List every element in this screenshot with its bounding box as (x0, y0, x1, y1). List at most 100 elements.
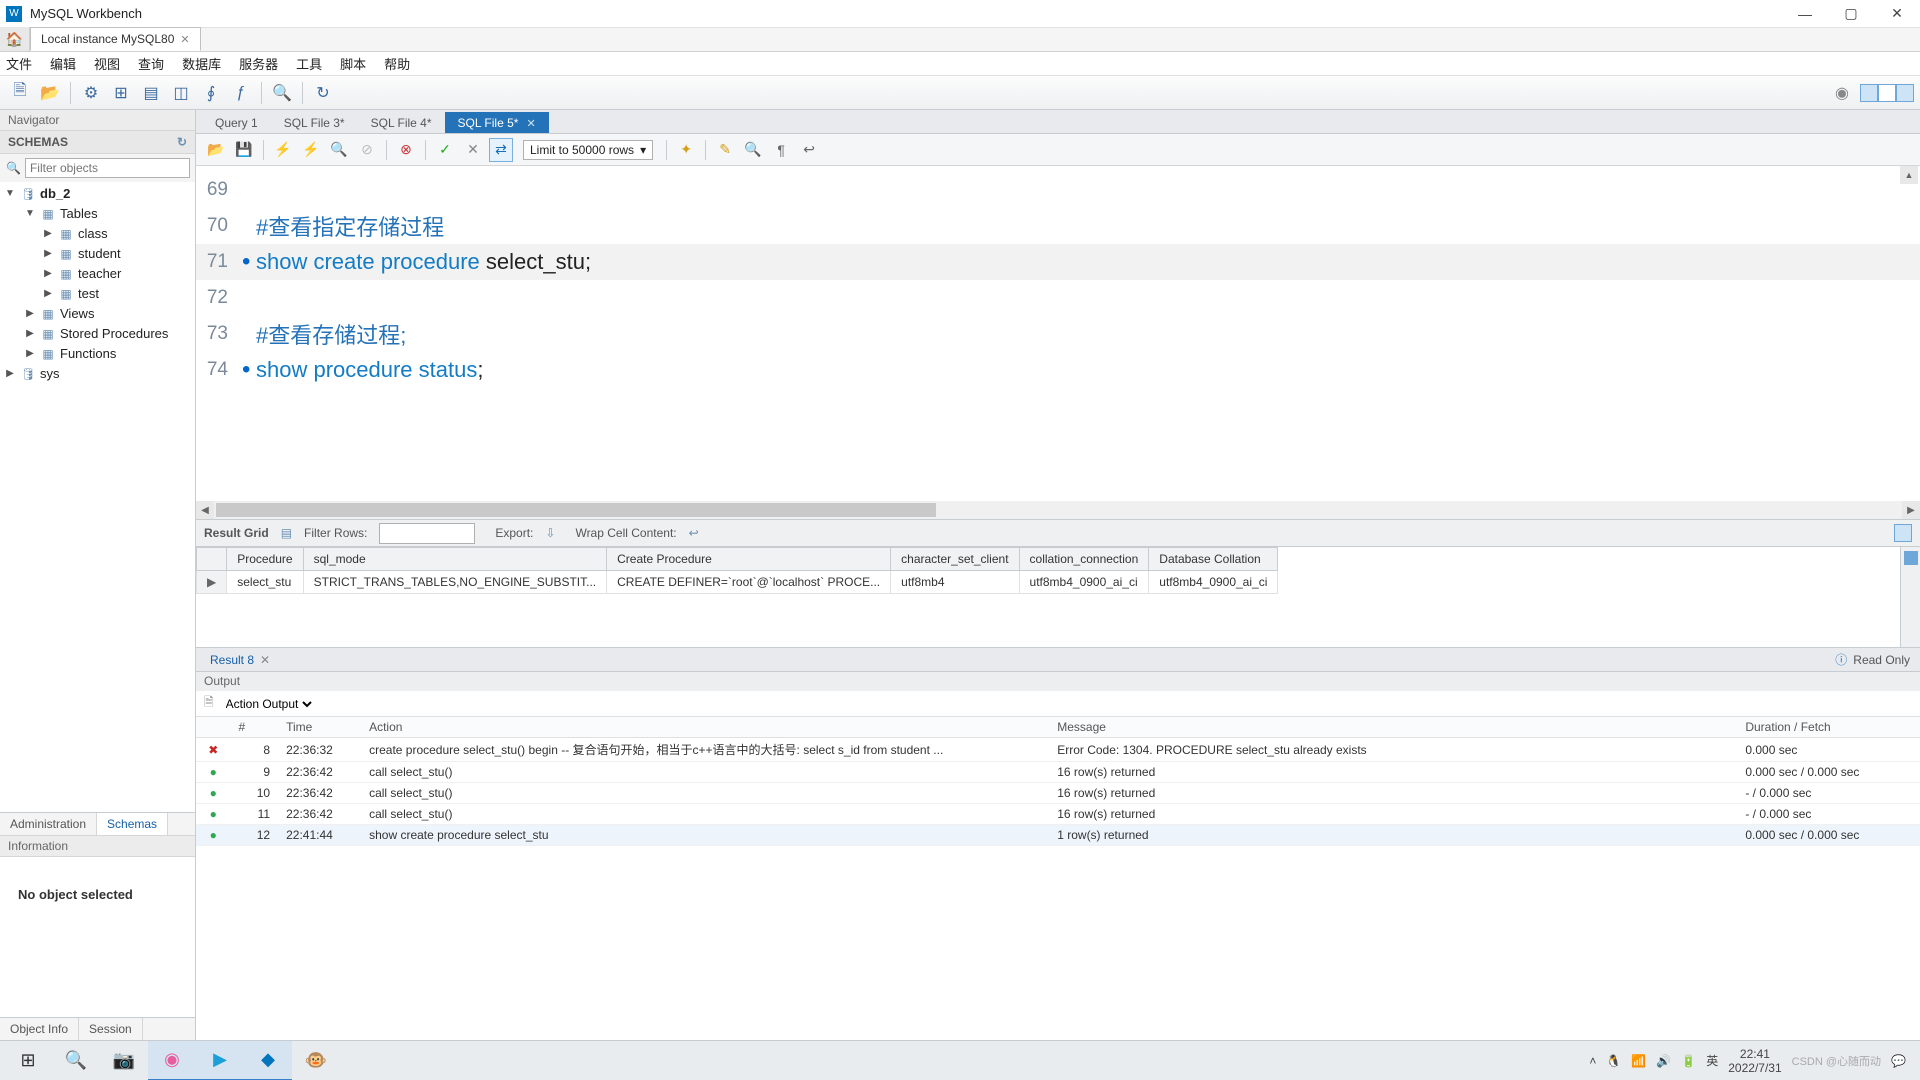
tree-sys[interactable]: ▶🛢sys (0, 364, 195, 384)
wrap-cell-icon[interactable]: ↩ (689, 526, 699, 540)
scroll-right-icon[interactable]: ▶ (1902, 501, 1920, 519)
tab-schemas[interactable]: Schemas (97, 813, 168, 835)
open-file-icon[interactable]: 📂 (204, 138, 228, 162)
file-tab-close[interactable]: ✕ (526, 117, 535, 130)
output-type-select[interactable]: Action Output (222, 696, 315, 712)
connection-tab[interactable]: Local instance MySQL80 ✕ (30, 27, 201, 51)
tray-expand-icon[interactable]: ˄ (1589, 1054, 1596, 1068)
tree-table-teacher[interactable]: ▶▦teacher (0, 264, 195, 284)
scroll-up-icon[interactable]: ▲ (1900, 166, 1918, 184)
view-add-icon[interactable]: ◫ (167, 79, 195, 107)
output-row[interactable]: ●1022:36:42call select_stu()16 row(s) re… (196, 783, 1920, 804)
taskbar-search-icon[interactable]: 🔍 (52, 1041, 100, 1080)
filter-objects-input[interactable] (25, 158, 190, 178)
output-row[interactable]: ✖822:36:32create procedure select_stu() … (196, 738, 1920, 762)
proc-add-icon[interactable]: ∮ (197, 79, 225, 107)
func-add-icon[interactable]: ƒ (227, 79, 255, 107)
menu-查询[interactable]: 查询 (138, 54, 164, 73)
tree-table-test[interactable]: ▶▦test (0, 284, 195, 304)
execute-icon[interactable]: ⚡ (271, 138, 295, 162)
file-tab[interactable]: SQL File 3* (271, 112, 358, 133)
close-button[interactable]: ✕ (1874, 0, 1920, 28)
panel-left-icon[interactable] (1860, 84, 1878, 102)
taskbar-app-3[interactable]: 🐵 (292, 1041, 340, 1080)
output-row[interactable]: ●1222:41:44show create procedure select_… (196, 825, 1920, 846)
file-tab[interactable]: SQL File 5*✕ (445, 112, 549, 133)
schema-tree[interactable]: ▼🛢db_2 ▼▦Tables ▶▦class▶▦student▶▦teache… (0, 182, 195, 812)
home-button[interactable]: 🏠 (0, 27, 30, 51)
panel-mid-icon[interactable] (1878, 84, 1896, 102)
menu-编辑[interactable]: 编辑 (50, 54, 76, 73)
tree-tables[interactable]: ▼▦Tables (0, 204, 195, 224)
result-panel-switch[interactable] (1894, 524, 1912, 542)
menu-文件[interactable]: 文件 (6, 54, 32, 73)
result-tab-close[interactable]: ✕ (260, 653, 270, 667)
code-line[interactable]: 69 (196, 172, 1920, 208)
inspect-icon[interactable]: ⚙ (77, 79, 105, 107)
search-code-icon[interactable]: 🔍 (741, 138, 765, 162)
stop-icon[interactable]: ⊘ (355, 138, 379, 162)
menu-数据库[interactable]: 数据库 (182, 54, 221, 73)
code-line[interactable]: 73#查看存储过程; (196, 316, 1920, 352)
tray-wifi-icon[interactable]: 📶 (1631, 1054, 1646, 1068)
maximize-button[interactable]: ▢ (1828, 0, 1874, 28)
vertical-scrollbar[interactable]: ▲ (1900, 166, 1918, 501)
form-editor-icon[interactable] (1904, 551, 1918, 565)
menu-视图[interactable]: 视图 (94, 54, 120, 73)
file-tab[interactable]: SQL File 4* (358, 112, 445, 133)
file-tab[interactable]: Query 1 (202, 112, 271, 133)
find-icon[interactable]: ✎ (713, 138, 737, 162)
tab-object-info[interactable]: Object Info (0, 1018, 79, 1040)
start-button[interactable]: ⊞ (4, 1041, 52, 1080)
tray-penguin-icon[interactable]: 🐧 (1606, 1054, 1621, 1068)
table-add-icon[interactable]: ⊞ (107, 79, 135, 107)
tab-administration[interactable]: Administration (0, 813, 97, 835)
taskbar-workbench-icon[interactable]: ◆ (244, 1041, 292, 1080)
output-clear-icon[interactable]: 🗎 (204, 693, 214, 714)
tray-clock[interactable]: 22:41 2022/7/31 (1728, 1047, 1781, 1075)
tree-db[interactable]: ▼🛢db_2 (0, 184, 195, 204)
wrap-icon[interactable]: ↩ (797, 138, 821, 162)
result-grid-icon[interactable]: ▤ (281, 526, 292, 540)
output-row[interactable]: ●922:36:42call select_stu()16 row(s) ret… (196, 762, 1920, 783)
filter-rows-input[interactable] (379, 523, 475, 544)
code-line[interactable]: 70#查看指定存储过程 (196, 208, 1920, 244)
tree-table-class[interactable]: ▶▦class (0, 224, 195, 244)
code-editor[interactable]: 6970#查看指定存储过程71•show create procedure se… (196, 166, 1920, 501)
commit-icon[interactable]: ✓ (433, 138, 457, 162)
explain-icon[interactable]: 🔍 (327, 138, 351, 162)
rollback-icon[interactable]: ✕ (461, 138, 485, 162)
tray-notify-icon[interactable]: 💬 (1891, 1054, 1906, 1068)
commit-toggle-icon[interactable]: ⊗ (394, 138, 418, 162)
execute-cursor-icon[interactable]: ⚡ (299, 138, 323, 162)
tree-sprocs[interactable]: ▶▦Stored Procedures (0, 324, 195, 344)
invisible-chars-icon[interactable]: ¶ (769, 138, 793, 162)
horizontal-scrollbar[interactable]: ◀ ▶ (196, 501, 1920, 519)
save-file-icon[interactable]: 💾 (232, 138, 256, 162)
scroll-left-icon[interactable]: ◀ (196, 501, 214, 519)
output-row[interactable]: ●1122:36:42call select_stu()16 row(s) re… (196, 804, 1920, 825)
tray-battery-icon[interactable]: 🔋 (1681, 1054, 1696, 1068)
taskbar-app-2[interactable]: ▶ (196, 1041, 244, 1080)
tree-funcs[interactable]: ▶▦Functions (0, 344, 195, 364)
tray-ime[interactable]: 英 (1706, 1052, 1718, 1069)
taskbar-app-1[interactable]: ◉ (148, 1041, 196, 1080)
connection-tab-close[interactable]: ✕ (180, 33, 189, 46)
result-tab[interactable]: Result 8 ✕ (202, 650, 278, 670)
menu-帮助[interactable]: 帮助 (384, 54, 410, 73)
open-sql-icon[interactable]: 📂 (36, 79, 64, 107)
code-line[interactable]: 71•show create procedure select_stu; (196, 244, 1920, 280)
taskbar-camera-icon[interactable]: 📷 (100, 1041, 148, 1080)
new-sql-icon[interactable]: 🗎 (6, 79, 34, 107)
tree-table-student[interactable]: ▶▦student (0, 244, 195, 264)
panel-right-icon[interactable] (1896, 84, 1914, 102)
refresh-schemas-icon[interactable]: ↻ (177, 135, 187, 149)
reconnect-icon[interactable]: ↻ (309, 79, 337, 107)
result-grid[interactable]: Proceduresql_modeCreate Procedurecharact… (196, 547, 1920, 647)
tree-views[interactable]: ▶▦Views (0, 304, 195, 324)
tab-session[interactable]: Session (79, 1018, 143, 1040)
export-icon[interactable]: ⇩ (545, 526, 555, 540)
minimize-button[interactable]: — (1782, 0, 1828, 28)
output-grid[interactable]: #TimeActionMessageDuration / Fetch✖822:3… (196, 717, 1920, 1040)
tray-volume-icon[interactable]: 🔊 (1656, 1054, 1671, 1068)
